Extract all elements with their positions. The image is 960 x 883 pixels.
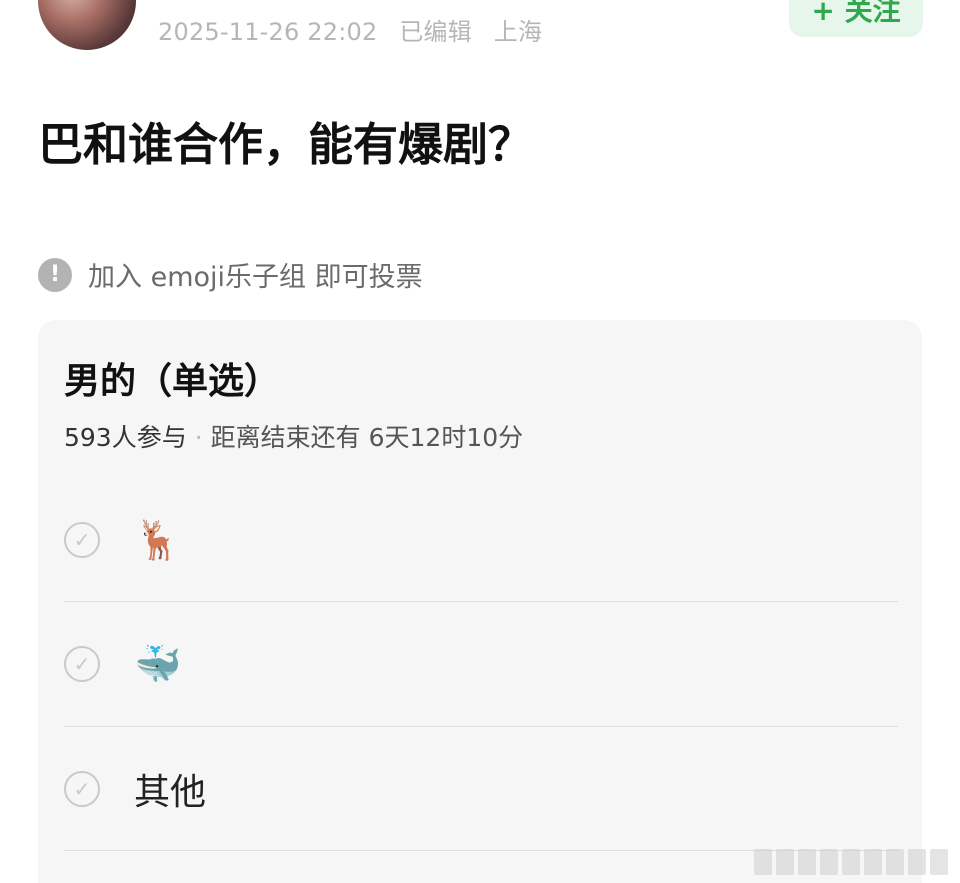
exclamation-icon: ! bbox=[38, 257, 72, 292]
vote-notice: ! 加入 emoji乐子组 即可投票 bbox=[38, 255, 423, 294]
watermark bbox=[754, 849, 948, 875]
poll-option[interactable]: ✓ 🦌 bbox=[64, 478, 898, 602]
post-title: 巴和谁合作，能有爆剧？ bbox=[38, 118, 534, 171]
poll-option[interactable]: ✓ 🐳 bbox=[64, 602, 898, 726]
poll-card: 男的（单选） 593人参与 · 距离结束还有 6天12时10分 ✓ 🦌 ✓ 🐳 ✓ … bbox=[38, 320, 922, 883]
vote-notice-text: 加入 emoji乐子组 即可投票 bbox=[88, 262, 423, 293]
poll-title: 男的（单选） bbox=[64, 361, 281, 402]
post-timestamp: 2025-11-26 22:02 bbox=[158, 18, 378, 46]
post-meta: 2025-11-26 22:02 已编辑 上海 bbox=[158, 12, 556, 47]
edited-label: 已编辑 bbox=[399, 18, 472, 46]
poll-stats: 593人参与 · 距离结束还有 6天12时10分 bbox=[64, 418, 523, 454]
deer-emoji-label: 🦌 bbox=[134, 517, 182, 562]
location-label: 上海 bbox=[493, 18, 543, 46]
poll-participants: 593人参与 bbox=[64, 423, 187, 452]
poll-remaining-time: 距离结束还有 6天12时10分 bbox=[210, 423, 524, 452]
check-circle-icon: ✓ bbox=[64, 771, 100, 807]
poll-option[interactable]: ✓ 其他 bbox=[64, 727, 898, 851]
user-avatar[interactable] bbox=[38, 0, 136, 50]
whale-emoji-label: 🐳 bbox=[134, 641, 182, 686]
follow-button[interactable]: + 关注 bbox=[789, 0, 923, 37]
post-page: 2025-11-26 22:02 已编辑 上海 + 关注 巴和谁合作，能有爆剧？… bbox=[0, 0, 960, 883]
check-circle-icon: ✓ bbox=[64, 522, 100, 558]
stats-separator: · bbox=[194, 423, 203, 452]
check-circle-icon: ✓ bbox=[64, 646, 100, 682]
option-label: 其他 bbox=[134, 772, 207, 813]
